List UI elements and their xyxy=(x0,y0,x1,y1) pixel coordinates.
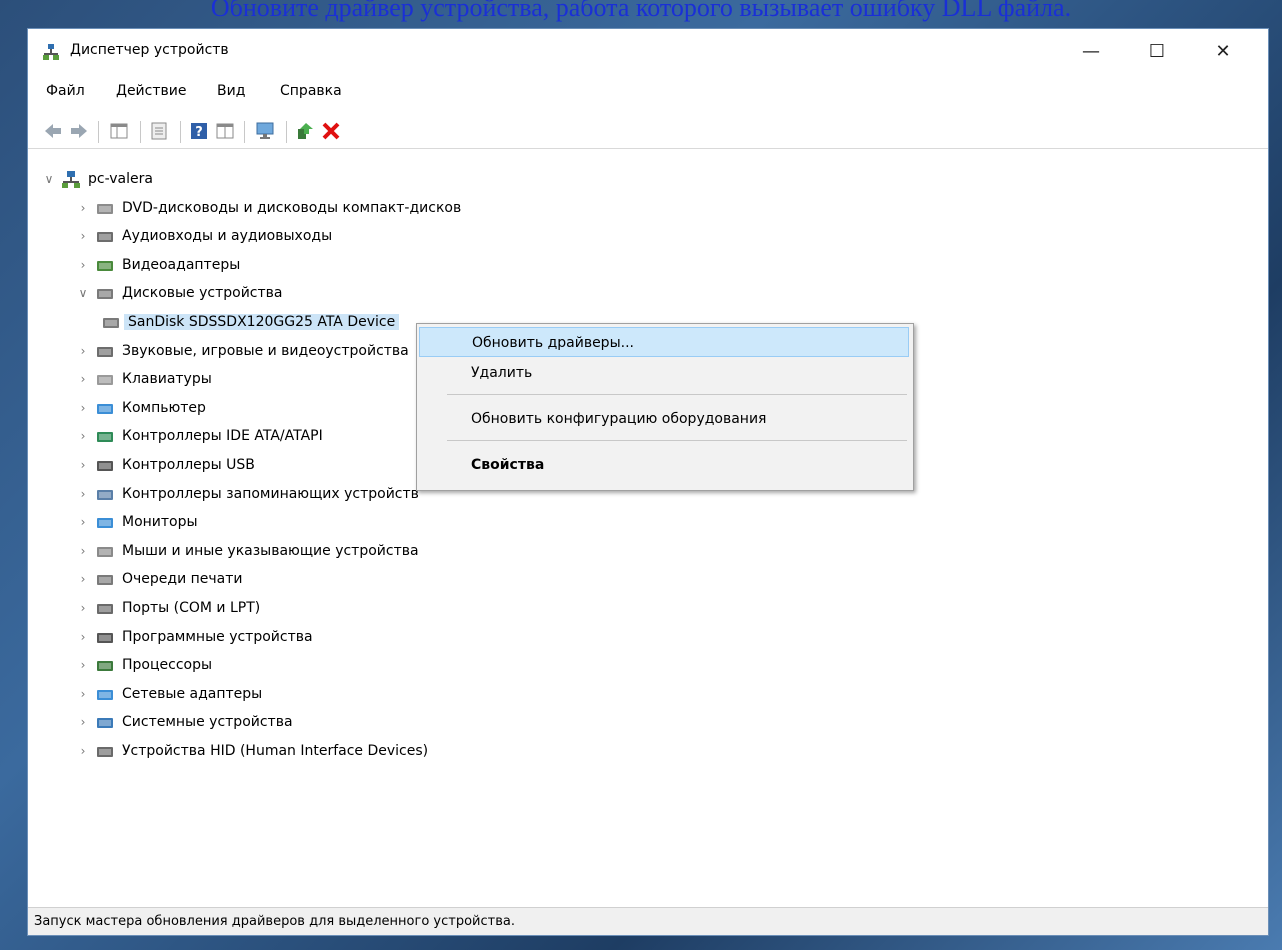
keyboard-icon xyxy=(97,375,113,386)
show-hide-tree-icon[interactable] xyxy=(108,120,130,142)
tree-item-label: Контроллеры USB xyxy=(122,457,255,473)
tree-item-label: Устройства HID (Human Interface Devices) xyxy=(122,743,429,759)
properties-icon[interactable] xyxy=(148,120,170,142)
update-driver-icon[interactable] xyxy=(294,120,316,142)
disk-drive-icon xyxy=(97,289,113,300)
scan-hardware-icon[interactable] xyxy=(254,120,276,142)
hid-icon xyxy=(97,747,113,757)
status-bar: Запуск мастера обновления драйверов для … xyxy=(28,907,1268,935)
expand-chevron-icon[interactable]: › xyxy=(76,227,90,245)
menu-separator xyxy=(447,394,907,395)
menu-view[interactable]: Вид xyxy=(217,83,245,99)
device-manager-icon xyxy=(43,44,59,60)
tree-item-label: Программные устройства xyxy=(122,628,313,645)
tree-item-label: Видеоадаптеры xyxy=(122,256,241,273)
expand-chevron-icon[interactable]: › xyxy=(76,685,90,703)
menu-item-scan-hardware[interactable]: Обновить конфигурацию оборудования xyxy=(419,404,909,434)
tree-item-label: Мыши и иные указывающие устройства xyxy=(122,542,419,559)
expand-chevron-icon[interactable]: › xyxy=(76,713,90,731)
software-device-icon xyxy=(97,632,113,643)
menu-item-update-drivers[interactable]: Обновить драйверы... xyxy=(419,327,909,357)
menu-bar: Файл Действие Вид Справка xyxy=(28,79,1268,105)
maximize-button[interactable]: ☐ xyxy=(1134,37,1180,67)
menu-item-properties[interactable]: Свойства xyxy=(419,450,909,480)
tree-item-label: DVD-дисководы и дисководы компакт-дисков xyxy=(122,199,462,216)
back-arrow-icon[interactable] xyxy=(42,120,64,142)
tree-item-label: Мониторы xyxy=(122,514,198,531)
toolbar: ? xyxy=(28,115,1268,149)
disk-drive-icon xyxy=(103,318,119,328)
display-adapter-icon xyxy=(97,260,113,271)
expand-chevron-icon[interactable]: › xyxy=(76,199,90,217)
tree-item-label: Аудиовходы и аудиовыходы xyxy=(122,228,333,245)
page-caption: Обновите драйвер устройства, работа кото… xyxy=(210,0,1072,22)
status-text: Запуск мастера обновления драйверов для … xyxy=(34,914,515,929)
monitor-icon xyxy=(97,518,113,529)
dvd-icon xyxy=(97,203,113,214)
storage-controller-icon xyxy=(97,489,113,500)
tree-item-label: Процессоры xyxy=(122,657,213,674)
system-device-icon xyxy=(97,718,113,729)
tree-item-label: Сетевые адаптеры xyxy=(122,685,263,702)
uninstall-device-icon[interactable] xyxy=(320,120,342,142)
expand-chevron-icon[interactable]: › xyxy=(76,370,90,388)
tree-item-label: Клавиатуры xyxy=(122,371,212,388)
expand-chevron-icon[interactable]: › xyxy=(76,399,90,417)
tree-root-label: pc-valera xyxy=(88,171,153,187)
processor-icon xyxy=(97,661,113,672)
help-icon[interactable]: ? xyxy=(188,120,210,142)
expand-chevron-icon[interactable]: › xyxy=(76,570,90,588)
title-bar: Диспетчер устройств — ☐ ✕ xyxy=(28,29,1268,73)
expand-chevron-icon[interactable]: › xyxy=(76,542,90,560)
tree-item-label: Порты (COM и LPT) xyxy=(122,600,261,616)
expand-chevron-icon[interactable]: › xyxy=(76,599,90,617)
tree-item-label: Звуковые, игровые и видеоустройства xyxy=(122,342,409,359)
expand-chevron-icon[interactable]: › xyxy=(76,485,90,503)
close-button[interactable]: ✕ xyxy=(1200,37,1246,67)
expand-chevron-icon[interactable]: › xyxy=(76,427,90,445)
menu-action[interactable]: Действие xyxy=(116,83,186,99)
expand-chevron-icon[interactable]: ∨ xyxy=(42,170,56,188)
printer-icon xyxy=(97,575,113,586)
menu-separator xyxy=(447,440,907,441)
tree-item-label: Дисковые устройства xyxy=(122,285,283,302)
network-adapter-icon xyxy=(97,689,113,700)
view-icon[interactable] xyxy=(214,120,236,142)
tree-item-label: Компьютер xyxy=(122,399,206,416)
tree-item-label: Очереди печати xyxy=(122,571,243,588)
window-title: Диспетчер устройств xyxy=(70,42,229,58)
computer-icon xyxy=(62,171,80,188)
svg-text:?: ? xyxy=(195,125,203,140)
speaker-icon xyxy=(97,346,113,357)
menu-file[interactable]: Файл xyxy=(46,83,85,99)
tree-item-label: Контроллеры IDE ATA/ATAPI xyxy=(122,428,323,445)
expand-chevron-icon[interactable]: › xyxy=(76,742,90,760)
expand-chevron-icon[interactable]: › xyxy=(76,513,90,531)
expand-chevron-icon[interactable]: › xyxy=(76,256,90,274)
ide-controller-icon xyxy=(97,432,113,443)
collapse-chevron-icon[interactable]: ∨ xyxy=(76,284,90,302)
speaker-icon xyxy=(97,232,113,243)
tree-item-label: Системные устройства xyxy=(122,714,293,731)
minimize-button[interactable]: — xyxy=(1068,37,1114,67)
port-icon xyxy=(97,604,113,614)
context-menu: Обновить драйверы... Удалить Обновить ко… xyxy=(416,323,914,491)
computer-icon xyxy=(97,403,113,414)
usb-icon xyxy=(97,461,113,471)
forward-arrow-icon[interactable] xyxy=(68,120,90,142)
menu-help[interactable]: Справка xyxy=(280,83,342,99)
expand-chevron-icon[interactable]: › xyxy=(76,656,90,674)
expand-chevron-icon[interactable]: › xyxy=(76,456,90,474)
tree-item-label: Контроллеры запоминающих устройств xyxy=(122,485,419,502)
menu-item-delete[interactable]: Удалить xyxy=(419,358,909,388)
mouse-icon xyxy=(97,546,113,557)
device-manager-window: Диспетчер устройств — ☐ ✕ Файл Действие … xyxy=(27,28,1269,936)
expand-chevron-icon[interactable]: › xyxy=(76,628,90,646)
expand-chevron-icon[interactable]: › xyxy=(76,342,90,360)
tree-item-label: SanDisk SDSSDX120GG25 ATA Device xyxy=(124,314,400,330)
